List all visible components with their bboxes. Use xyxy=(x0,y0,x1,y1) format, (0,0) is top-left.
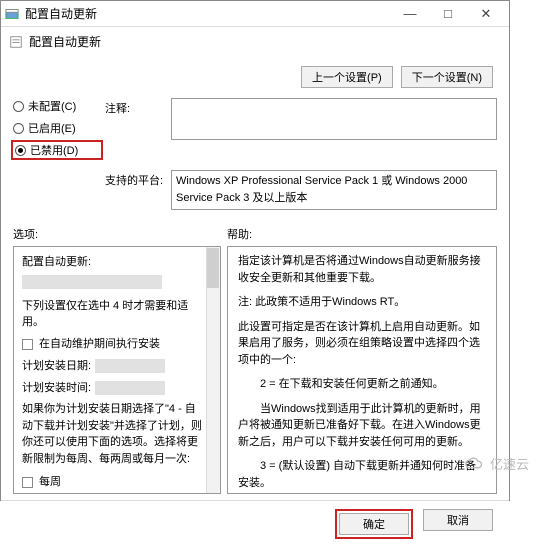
ok-highlight: 确定 xyxy=(335,509,413,539)
app-icon xyxy=(5,7,19,21)
checkbox-weekly[interactable]: 每周 xyxy=(22,473,202,489)
help-text: 指定该计算机是否将通过Windows自动更新服务接收安全更新和其他重要下载。 xyxy=(238,253,486,286)
platform-label: 支持的平台: xyxy=(105,170,167,210)
comment-row: 未配置(C) 已启用(E) 已禁用(D) 注释: xyxy=(1,98,509,170)
title-bar[interactable]: 配置自动更新 — □ ✕ xyxy=(1,1,509,27)
radio-label: 未配置(C) xyxy=(28,98,76,114)
platform-row: 支持的平台: Windows XP Professional Service P… xyxy=(1,170,509,216)
window-title: 配置自动更新 xyxy=(25,5,391,22)
pane-labels: 选项: 帮助: xyxy=(1,216,509,246)
options-pane[interactable]: 配置自动更新: 下列设置仅在选中 4 时才需要和适用。 在自动维护期间执行安装 … xyxy=(13,246,221,494)
policy-icon xyxy=(9,35,23,49)
ok-button[interactable]: 确定 xyxy=(339,513,409,535)
radio-label: 已启用(E) xyxy=(28,120,76,136)
dialog-body: 配置自动更新 上一个设置(P) 下一个设置(N) 未配置(C) 已启用(E) 已… xyxy=(1,27,509,547)
prev-setting-button[interactable]: 上一个设置(P) xyxy=(301,66,393,88)
panes-row: 配置自动更新: 下列设置仅在选中 4 时才需要和适用。 在自动维护期间执行安装 … xyxy=(1,246,509,500)
dialog-footer: 确定 取消 xyxy=(1,500,509,547)
install-time-dropdown[interactable] xyxy=(95,381,165,395)
install-time-row: 计划安装时间: xyxy=(22,379,202,395)
radio-icon xyxy=(13,123,24,134)
radio-enabled[interactable]: 已启用(E) xyxy=(13,120,101,136)
help-text: 3 = (默认设置) 自动下载更新并通知何时准备安装。 xyxy=(238,458,486,491)
options-dropdown[interactable] xyxy=(22,275,162,289)
window-controls: — □ ✕ xyxy=(391,3,505,25)
platform-text: Windows XP Professional Service Pack 1 或… xyxy=(171,170,497,210)
checkbox-maintenance[interactable]: 在自动维护期间执行安装 xyxy=(22,335,202,351)
install-date-row: 计划安装日期: xyxy=(22,357,202,373)
checkbox-label: 在自动维护期间执行安装 xyxy=(39,338,160,350)
policy-title: 配置自动更新 xyxy=(29,33,101,50)
minimize-button[interactable]: — xyxy=(391,3,429,25)
sub-header: 配置自动更新 xyxy=(1,27,509,60)
options-note: 下列设置仅在选中 4 时才需要和适用。 xyxy=(22,297,202,329)
install-time-label: 计划安装时间: xyxy=(22,382,91,394)
radio-disabled[interactable]: 已禁用(D) xyxy=(13,142,101,158)
install-date-label: 计划安装日期: xyxy=(22,360,91,372)
options-label: 选项: xyxy=(13,226,223,242)
options-scrollbar[interactable] xyxy=(206,247,220,493)
help-text: 注: 此政策不适用于Windows RT。 xyxy=(238,294,486,311)
help-text: 此设置可指定是否在该计算机上启用自动更新。如果启用了服务，则必须在组策略设置中选… xyxy=(238,319,486,369)
help-pane[interactable]: 指定该计算机是否将通过Windows自动更新服务接收安全更新和其他重要下载。 注… xyxy=(227,246,497,494)
cancel-button[interactable]: 取消 xyxy=(423,509,493,531)
radio-icon xyxy=(13,101,24,112)
radio-icon xyxy=(15,145,26,156)
options-section-title: 配置自动更新: xyxy=(22,253,202,269)
radio-label: 已禁用(D) xyxy=(30,142,78,158)
checkbox-icon xyxy=(22,339,33,350)
radio-not-configured[interactable]: 未配置(C) xyxy=(13,98,101,114)
nav-buttons: 上一个设置(P) 下一个设置(N) xyxy=(1,60,509,98)
checkbox-icon xyxy=(22,477,33,488)
radio-group: 未配置(C) 已启用(E) 已禁用(D) xyxy=(13,98,101,164)
scroll-thumb[interactable] xyxy=(207,248,219,288)
dialog-window: 配置自动更新 — □ ✕ 配置自动更新 上一个设置(P) 下一个设置(N) 未配… xyxy=(0,0,510,501)
comment-label: 注释: xyxy=(105,98,167,164)
install-date-dropdown[interactable] xyxy=(95,359,165,373)
comment-textarea[interactable] xyxy=(171,98,497,140)
help-label: 帮助: xyxy=(227,226,497,242)
maximize-button[interactable]: □ xyxy=(429,3,467,25)
help-text: 当Windows找到适用于此计算机的更新时，用户将被通知更新已准备好下载。在进入… xyxy=(238,401,486,451)
help-text: 2 = 在下载和安装任何更新之前通知。 xyxy=(238,376,486,393)
checkbox-label: 每周 xyxy=(39,476,61,488)
next-setting-button[interactable]: 下一个设置(N) xyxy=(401,66,493,88)
options-long-note: 如果你为计划安装日期选择了"4 - 自动下载并计划安装"并选择了计划，则你还可以… xyxy=(22,401,202,467)
close-button[interactable]: ✕ xyxy=(467,3,505,25)
